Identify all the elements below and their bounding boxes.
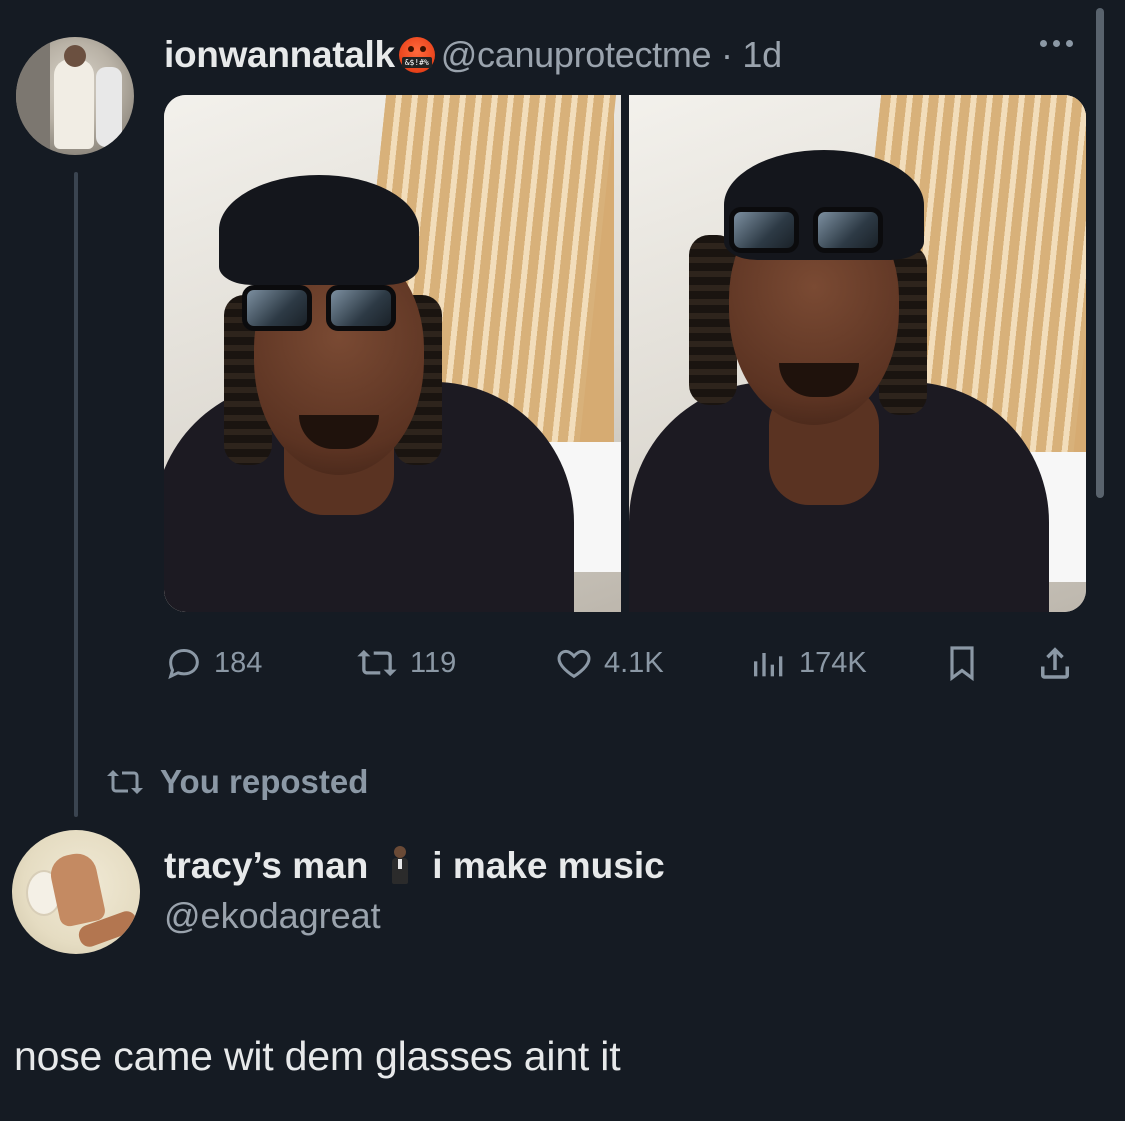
tweet-actions: 184 119 4.1K 174K [164, 640, 1086, 686]
display-name[interactable]: tracy’s man [164, 845, 368, 887]
photo-1[interactable] [164, 95, 621, 612]
views-button[interactable]: 174K [749, 640, 867, 686]
media-grid [164, 95, 1086, 612]
tweet-header: tracy’s man i make music [164, 843, 665, 889]
display-name-suffix[interactable]: i make music [432, 845, 664, 887]
repost-icon [357, 649, 397, 677]
like-count: 4.1K [604, 646, 664, 679]
more-icon[interactable] [1040, 40, 1073, 47]
tweet-text: nose came wit dem glasses aint it [14, 1033, 621, 1079]
repost-icon [107, 770, 143, 794]
bookmark-button[interactable] [942, 640, 982, 686]
repost-banner-label: You reposted [160, 763, 369, 800]
views-icon [754, 653, 783, 677]
repost-banner[interactable]: You reposted [104, 760, 368, 804]
repost-count: 119 [410, 646, 457, 679]
display-name[interactable]: ionwannatalk [164, 34, 395, 76]
bookmark-icon [950, 646, 974, 682]
avatar[interactable] [16, 37, 134, 155]
like-icon [557, 649, 591, 679]
reply-icon [168, 648, 199, 680]
emoji-badge: &$!#% [401, 57, 432, 68]
handle[interactable]: @ekodagreat [164, 895, 381, 937]
thread-line [74, 172, 78, 817]
share-icon [1041, 647, 1069, 679]
like-button[interactable]: 4.1K [554, 640, 664, 686]
tweet-header: ionwannatalk &$!#% @canuprotectme · 1d [164, 33, 782, 77]
repost-button[interactable]: 119 [354, 640, 456, 686]
angry-face-icon: &$!#% [398, 37, 435, 73]
share-button[interactable] [1034, 640, 1076, 686]
views-count: 174K [799, 646, 867, 679]
man-in-suit-icon [390, 846, 410, 886]
reply-button[interactable]: 184 [164, 640, 262, 686]
handle-time[interactable]: @canuprotectme · 1d [441, 34, 782, 76]
timeline: ionwannatalk &$!#% @canuprotectme · 1d 1… [0, 0, 1125, 1121]
scrollbar[interactable] [1096, 8, 1104, 498]
avatar[interactable] [12, 830, 140, 954]
photo-2[interactable] [629, 95, 1086, 612]
reply-count: 184 [214, 646, 263, 679]
